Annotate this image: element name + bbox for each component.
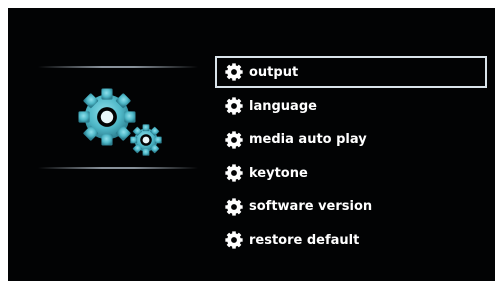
gear-icon	[225, 97, 243, 115]
menu-item-language[interactable]: language	[215, 90, 487, 124]
settings-menu-list: output language media auto play keytone …	[215, 56, 487, 257]
menu-item-label: media auto play	[249, 132, 367, 148]
gear-icon	[225, 231, 243, 249]
menu-item-restore-default[interactable]: restore default	[215, 224, 487, 258]
menu-item-label: keytone	[249, 165, 308, 181]
settings-header-panel	[38, 64, 198, 174]
menu-item-label: software version	[249, 199, 373, 215]
menu-item-output[interactable]: output	[215, 56, 487, 88]
small-gear-icon	[130, 124, 162, 156]
menu-item-label: output	[249, 64, 299, 80]
gear-icon	[225, 198, 243, 216]
menu-item-keytone[interactable]: keytone	[215, 157, 487, 191]
menu-item-label: language	[249, 98, 317, 114]
bottom-divider	[38, 167, 198, 169]
menu-item-media-auto-play[interactable]: media auto play	[215, 123, 487, 157]
menu-item-software-version[interactable]: software version	[215, 190, 487, 224]
gear-icon	[225, 63, 243, 81]
settings-screen: output language media auto play keytone …	[8, 8, 495, 281]
top-divider	[38, 66, 198, 68]
gear-icon	[225, 131, 243, 149]
menu-item-label: restore default	[249, 232, 360, 248]
gear-icon	[225, 164, 243, 182]
